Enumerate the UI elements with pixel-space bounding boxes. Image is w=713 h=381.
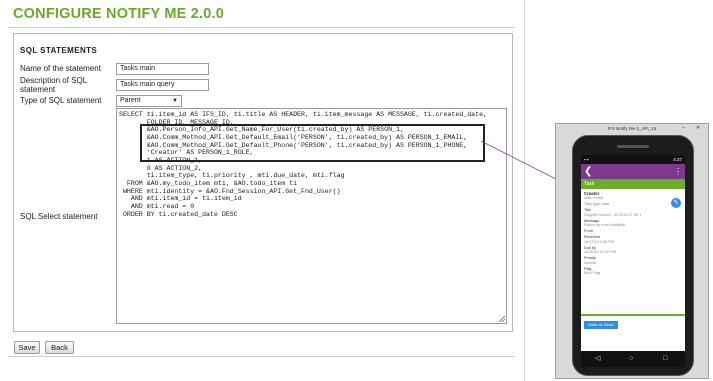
task-type: Task type: task (584, 202, 610, 206)
nav-back-icon[interactable]: ◁ (595, 353, 600, 365)
minimize-icon[interactable]: – (682, 125, 685, 131)
close-icon[interactable]: ✕ (696, 125, 700, 131)
field-value: 10/20/14 12:40 PM (584, 250, 617, 254)
phone-screen: ▪ ▪ 4:37 ❮ ⋮ Task ✎ Creator Alain Priest… (581, 155, 685, 351)
phone-frame: ▪ ▪ 4:37 ❮ ⋮ Task ✎ Creator Alain Priest… (572, 135, 694, 376)
field-label: From (584, 229, 593, 233)
mark-as-read-button[interactable]: Mark as Read (584, 321, 618, 329)
nav-recents-icon[interactable]: □ (663, 353, 667, 365)
task-details: Creator Alain Priest Task type: task Tit… (584, 191, 680, 277)
field-value: Blue Flag (584, 271, 601, 275)
divider-line (581, 314, 685, 316)
status-time: 4:37 (673, 157, 682, 162)
emulator-window: IFS Notify Me 2_API_15 – ✕ ▪ ▪ 4:37 ❮ ⋮ … (555, 123, 709, 379)
creator-value: Alain Priest (584, 196, 604, 200)
phone-nav-bar: ◁ ○ □ (581, 351, 685, 367)
notification-icon: ▪ ▪ (584, 157, 589, 162)
field-value: Follow up from NotifyMe (584, 223, 625, 227)
field-value: 10/17/14 2:36 PM (584, 239, 614, 244)
overflow-menu-icon[interactable]: ⋮ (674, 166, 682, 177)
emulator-title: IFS Notify Me 2_API_15 (607, 126, 657, 131)
field-value: Supplier invoice - ID 2014 07 08 1 (584, 212, 642, 217)
task-header: Task (581, 179, 685, 189)
field-value: Normal (584, 260, 597, 265)
back-arrow-icon[interactable]: ❮ (584, 165, 592, 178)
status-bar: ▪ ▪ 4:37 (581, 155, 685, 164)
speaker-grille (617, 145, 649, 148)
nav-home-icon[interactable]: ○ (629, 353, 633, 365)
app-toolbar: ❮ ⋮ (581, 164, 685, 179)
